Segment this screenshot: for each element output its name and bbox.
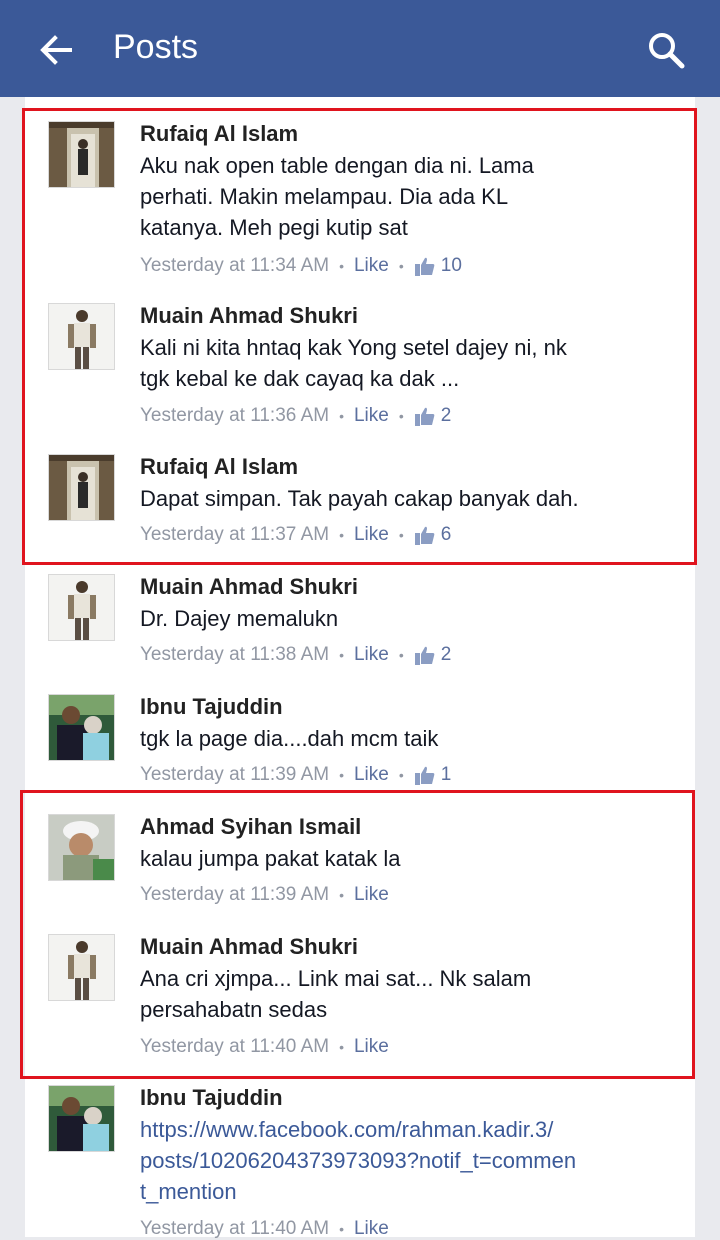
separator-dot: • bbox=[339, 767, 344, 783]
comment-timestamp: Yesterday at 11:39 AM bbox=[140, 764, 330, 785]
comment-text: Dr. Dajey memalukn bbox=[140, 606, 339, 631]
comment-text: tgk la page dia....dah mcm taik bbox=[140, 726, 439, 751]
like-count[interactable]: 1 bbox=[441, 764, 452, 786]
commenter-name[interactable]: Muain Ahmad Shukri bbox=[140, 574, 358, 600]
avatar-image bbox=[49, 1086, 114, 1151]
comment-meta: Yesterday at 11:40 AM • Like bbox=[140, 1218, 389, 1240]
like-link[interactable]: Like bbox=[354, 764, 389, 786]
separator-dot: • bbox=[339, 647, 344, 663]
avatar[interactable] bbox=[48, 1085, 115, 1152]
separator-dot: • bbox=[398, 647, 404, 663]
comment-link[interactable]: https://www.facebook.com/rahman.kadir.3/… bbox=[140, 1114, 640, 1207]
avatar-image bbox=[49, 575, 114, 640]
search-icon[interactable] bbox=[646, 30, 686, 70]
separator-dot: • bbox=[398, 767, 404, 783]
avatar[interactable] bbox=[48, 694, 115, 761]
highlight-box bbox=[22, 108, 697, 565]
top-bar: Posts bbox=[0, 0, 720, 97]
thumbs-up-icon bbox=[414, 766, 435, 785]
separator-dot: • bbox=[339, 1221, 344, 1237]
highlight-box bbox=[20, 790, 695, 1079]
like-link[interactable]: Like bbox=[354, 644, 389, 666]
page-title: Posts bbox=[113, 28, 199, 66]
back-arrow-icon[interactable] bbox=[36, 30, 76, 70]
commenter-name[interactable]: Ibnu Tajuddin bbox=[140, 694, 283, 720]
comment-timestamp: Yesterday at 11:38 AM bbox=[140, 644, 330, 665]
avatar[interactable] bbox=[48, 574, 115, 641]
thumbs-up-icon bbox=[414, 646, 435, 665]
like-count[interactable]: 2 bbox=[441, 644, 452, 666]
avatar-image bbox=[49, 695, 114, 760]
comment-meta: Yesterday at 11:38 AM • Like • 2 bbox=[140, 644, 451, 666]
comment-timestamp: Yesterday at 11:40 AM bbox=[140, 1218, 330, 1239]
comment-meta: Yesterday at 11:39 AM • Like • 1 bbox=[140, 764, 451, 786]
commenter-name[interactable]: Ibnu Tajuddin bbox=[140, 1085, 283, 1111]
like-link[interactable]: Like bbox=[354, 1218, 389, 1240]
